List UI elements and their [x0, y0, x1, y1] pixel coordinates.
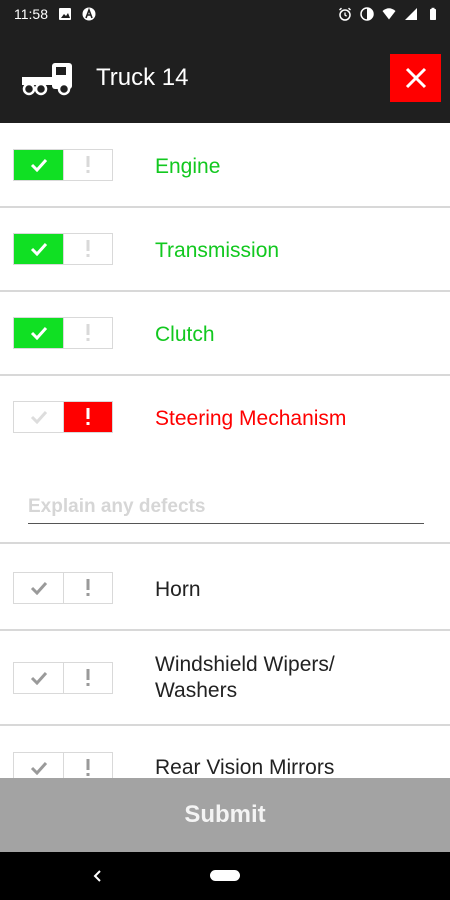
list-item: Windshield Wipers/ Washers — [0, 631, 450, 726]
exclamation-icon — [86, 759, 90, 776]
battery-icon — [430, 7, 436, 20]
status-toggle — [13, 317, 113, 349]
ok-toggle[interactable] — [14, 573, 63, 603]
status-toggle — [13, 149, 113, 181]
data-saver-icon — [360, 6, 374, 21]
check-icon — [30, 410, 47, 424]
page-title: Truck 14 — [96, 64, 189, 91]
close-button[interactable] — [390, 54, 441, 102]
item-label-line: Windshield Wipers/ — [155, 653, 335, 676]
exclamation-icon — [86, 240, 90, 257]
item-label: Transmission — [155, 239, 280, 262]
list-item: Engine — [0, 123, 450, 208]
check-icon — [30, 326, 47, 340]
check-icon — [30, 158, 47, 172]
status-time: 11:58 — [14, 5, 48, 22]
exclamation-icon — [86, 408, 90, 425]
inspection-list[interactable]: Engine Transmission Clutch Steering Mech… — [0, 123, 450, 778]
close-icon — [405, 67, 426, 89]
item-label-line: Washers — [155, 679, 238, 702]
check-icon — [30, 671, 47, 685]
defect-toggle[interactable] — [63, 402, 112, 432]
ok-toggle[interactable] — [14, 318, 63, 348]
nav-bar — [0, 852, 450, 900]
truck-icon — [22, 63, 72, 96]
ok-toggle[interactable] — [14, 753, 63, 778]
wifi-icon — [382, 7, 396, 19]
ok-toggle[interactable] — [14, 402, 63, 432]
item-label: Horn — [155, 578, 201, 601]
list-item: Clutch — [0, 292, 450, 376]
status-bar: 11:58 — [0, 0, 450, 27]
check-icon — [30, 581, 47, 595]
status-toggle — [13, 233, 113, 265]
defect-toggle[interactable] — [63, 753, 112, 778]
status-toggle — [13, 752, 113, 778]
ok-toggle[interactable] — [14, 150, 63, 180]
defect-explanation-input[interactable] — [28, 490, 424, 524]
list-item: Rear Vision Mirrors — [0, 726, 450, 778]
status-toggle — [13, 662, 113, 694]
item-label: Engine — [155, 155, 221, 178]
defect-toggle[interactable] — [63, 318, 112, 348]
check-icon — [30, 761, 47, 775]
image-icon — [59, 7, 71, 20]
defect-toggle[interactable] — [63, 150, 112, 180]
exclamation-icon — [86, 324, 90, 341]
ok-toggle[interactable] — [14, 234, 63, 264]
item-label: Steering Mechanism — [155, 407, 347, 430]
exclamation-icon — [86, 579, 90, 596]
home-pill-icon[interactable] — [210, 870, 240, 881]
defect-toggle[interactable] — [63, 573, 112, 603]
signal-icon — [405, 7, 417, 20]
submit-button[interactable]: Submit — [0, 778, 450, 852]
exclamation-icon — [86, 156, 90, 173]
defect-toggle[interactable] — [63, 234, 112, 264]
exclamation-icon — [86, 669, 90, 686]
list-item: Horn — [0, 546, 450, 631]
item-label: Rear Vision Mirrors — [155, 756, 335, 778]
check-icon — [30, 242, 47, 256]
alarm-icon — [339, 7, 351, 21]
status-toggle — [13, 572, 113, 604]
back-icon[interactable] — [88, 866, 108, 886]
item-label: Clutch — [155, 323, 215, 346]
item-label: Windshield Wipers/ Washers — [155, 652, 335, 704]
list-item: Transmission — [0, 208, 450, 292]
ok-toggle[interactable] — [14, 663, 63, 693]
app-a-icon — [82, 7, 96, 20]
defect-toggle[interactable] — [63, 663, 112, 693]
app-bar: Truck 14 — [0, 27, 450, 123]
status-toggle — [13, 401, 113, 433]
